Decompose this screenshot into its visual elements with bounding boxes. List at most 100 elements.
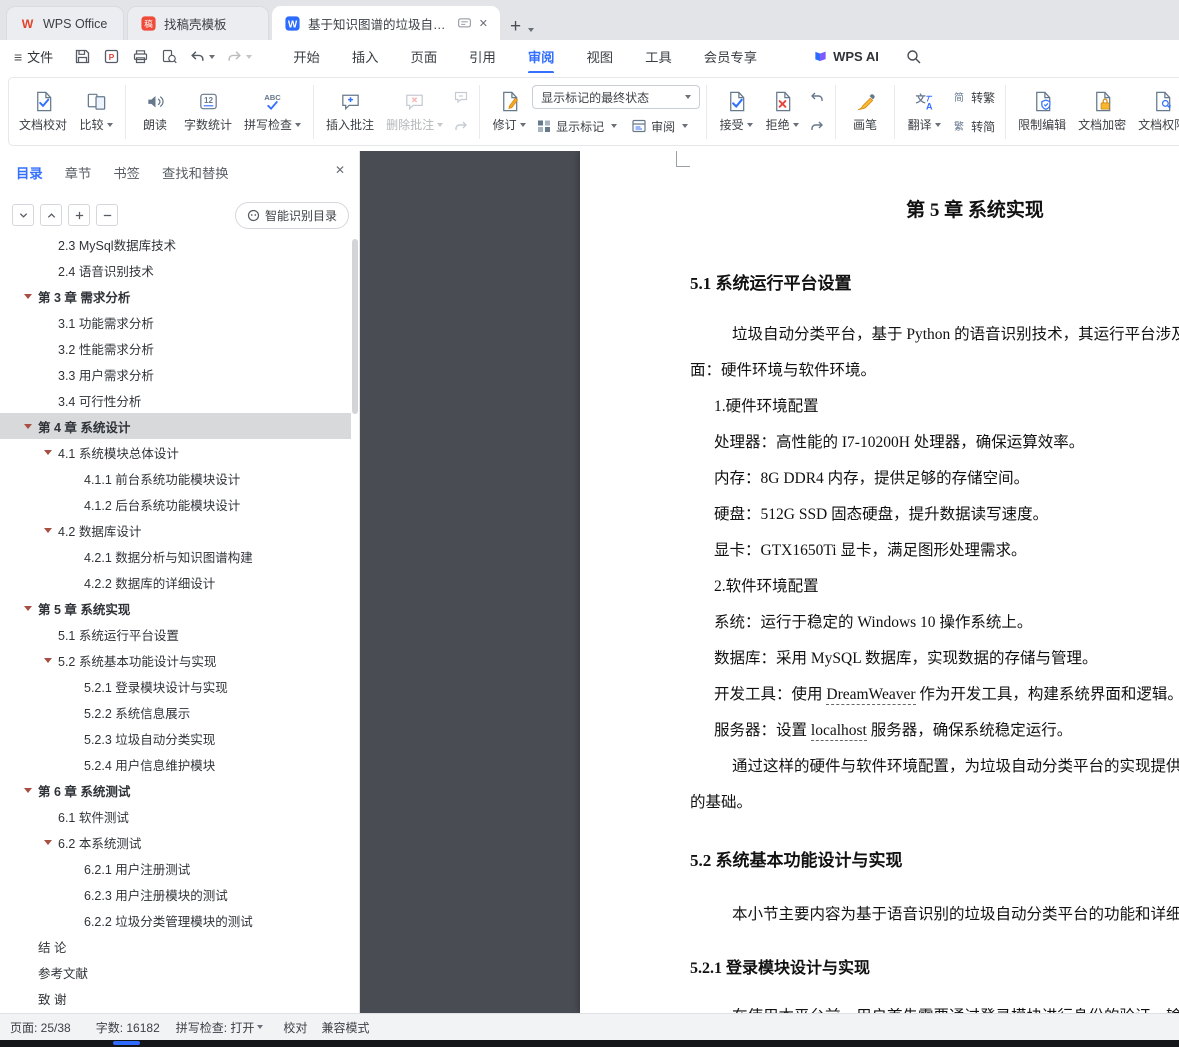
page-indicator[interactable]: 页面: 25/38 bbox=[10, 1019, 71, 1036]
toc-item[interactable]: 5.2 系统基本功能设计与实现 bbox=[0, 647, 351, 673]
menu-tools[interactable]: 工具 bbox=[643, 41, 674, 72]
toc-item-selected[interactable]: 第 4 章 系统设计 bbox=[0, 413, 351, 439]
save-button[interactable] bbox=[69, 45, 95, 69]
close-tab-icon[interactable]: ✕ bbox=[479, 17, 488, 30]
track-changes-button[interactable]: 修订 bbox=[486, 81, 532, 143]
tab-document[interactable]: W 基于知识图谱的垃圾自动分类 ✕ bbox=[272, 6, 500, 40]
toc-item[interactable]: 6.2 本系统测试 bbox=[0, 829, 351, 855]
toc-item[interactable]: 4.2 数据库设计 bbox=[0, 517, 351, 543]
toc-item[interactable]: 6.2.2 垃圾分类管理模块的测试 bbox=[0, 907, 351, 933]
toc-item[interactable]: 3.1 功能需求分析 bbox=[0, 309, 351, 335]
close-sidebar-icon[interactable]: ✕ bbox=[335, 163, 345, 177]
previous-revision-button[interactable] bbox=[805, 85, 829, 109]
insert-comment-button[interactable]: 插入批注 bbox=[320, 81, 380, 143]
spell-check-button[interactable]: ABC 拼写检查 bbox=[238, 81, 307, 143]
toc-item[interactable]: 6.2.1 用户注册测试 bbox=[0, 855, 351, 881]
reject-change-button[interactable]: 拒绝 bbox=[759, 81, 805, 143]
new-tab-button[interactable]: + bbox=[510, 17, 521, 36]
read-aloud-button[interactable]: 朗读 bbox=[132, 81, 178, 143]
toc-item[interactable]: 4.2.2 数据库的详细设计 bbox=[0, 569, 351, 595]
tab-list-chevron-icon[interactable] bbox=[528, 28, 535, 32]
compare-button[interactable]: 比较 bbox=[73, 81, 119, 143]
restrict-editing-button[interactable]: 限制编辑 bbox=[1012, 81, 1072, 143]
toc-item[interactable]: 4.1.2 后台系统功能模块设计 bbox=[0, 491, 351, 517]
sidebar-scrollbar[interactable] bbox=[352, 239, 358, 414]
toc-item[interactable]: 5.2.3 垃圾自动分类实现 bbox=[0, 725, 351, 751]
sidebar-tab-find-replace[interactable]: 查找和替换 bbox=[162, 163, 229, 182]
collapse-arrow-icon[interactable] bbox=[24, 423, 32, 429]
proofread-button[interactable]: 校对 bbox=[283, 1019, 307, 1036]
collapse-arrow-icon[interactable] bbox=[44, 449, 52, 455]
search-button[interactable] bbox=[901, 45, 927, 69]
toc-item[interactable]: 结 论 bbox=[0, 933, 351, 959]
zoom-in-button[interactable] bbox=[68, 204, 90, 226]
print-preview-button[interactable] bbox=[156, 45, 182, 69]
menu-page[interactable]: 页面 bbox=[409, 41, 440, 72]
document-page[interactable]: 第 5 章 系统实现 5.1 系统运行平台设置 垃圾自动分类平台，基于 Pyth… bbox=[580, 151, 1179, 1013]
collapse-all-button[interactable] bbox=[40, 204, 62, 226]
toc-item[interactable]: 5.2.2 系统信息展示 bbox=[0, 699, 351, 725]
toc-item[interactable]: 3.2 性能需求分析 bbox=[0, 335, 351, 361]
collapse-arrow-icon[interactable] bbox=[44, 657, 52, 663]
toc-item[interactable]: 3.4 可行性分析 bbox=[0, 387, 351, 413]
toc-item[interactable]: 第 5 章 系统实现 bbox=[0, 595, 351, 621]
toc-item[interactable]: 5.1 系统运行平台设置 bbox=[0, 621, 351, 647]
marks-state-select[interactable]: 显示标记的最终状态 bbox=[532, 85, 701, 109]
show-marks-button[interactable]: 显示标记 bbox=[532, 114, 621, 138]
word-count-indicator[interactable]: 字数: 16182 bbox=[96, 1019, 160, 1036]
menu-reference[interactable]: 引用 bbox=[467, 41, 498, 72]
delete-comment-button[interactable]: 删除批注 bbox=[380, 81, 449, 143]
document-area[interactable]: 第 5 章 系统实现 5.1 系统运行平台设置 垃圾自动分类平台，基于 Pyth… bbox=[360, 151, 1179, 1013]
accept-change-button[interactable]: 接受 bbox=[713, 81, 759, 143]
toc-item[interactable]: 6.2.3 用户注册模块的测试 bbox=[0, 881, 351, 907]
toc-item[interactable]: 4.2.1 数据分析与知识图谱构建 bbox=[0, 543, 351, 569]
spell-check-indicator[interactable]: 拼写检查: 打开 bbox=[176, 1019, 264, 1036]
encrypt-doc-button[interactable]: 文档加密 bbox=[1072, 81, 1132, 143]
menu-insert[interactable]: 插入 bbox=[350, 41, 381, 72]
print-button[interactable] bbox=[127, 45, 153, 69]
collapse-arrow-icon[interactable] bbox=[24, 787, 32, 793]
export-pdf-button[interactable]: P bbox=[98, 45, 124, 69]
to-simplified-button[interactable]: 繁 转简 bbox=[947, 114, 999, 138]
collapse-arrow-icon[interactable] bbox=[24, 293, 32, 299]
sidebar-tab-bookmark[interactable]: 书签 bbox=[113, 163, 140, 182]
to-traditional-button[interactable]: 简 转繁 bbox=[947, 85, 999, 109]
toc-item[interactable]: 致 谢 bbox=[0, 985, 351, 1011]
redo-button[interactable] bbox=[222, 45, 256, 69]
word-count-button[interactable]: 12 字数统计 bbox=[178, 81, 238, 143]
review-pane-button[interactable]: 审阅 bbox=[627, 114, 692, 138]
expand-all-button[interactable] bbox=[12, 204, 34, 226]
next-revision-button[interactable] bbox=[805, 114, 829, 138]
ink-pen-button[interactable]: 画笔 bbox=[842, 81, 888, 143]
menu-review[interactable]: 审阅 bbox=[526, 41, 557, 72]
wps-ai-button[interactable]: WPS AI bbox=[813, 49, 879, 64]
collapse-arrow-icon[interactable] bbox=[24, 605, 32, 611]
toc-item[interactable]: 2.4 语音识别技术 bbox=[0, 257, 351, 283]
toc-item[interactable]: 第 3 章 需求分析 bbox=[0, 283, 351, 309]
menu-home[interactable]: 开始 bbox=[291, 41, 322, 72]
toc-item[interactable]: 6.1 软件测试 bbox=[0, 803, 351, 829]
doc-permission-button[interactable]: 文档权限 bbox=[1132, 81, 1179, 143]
sidebar-tab-toc[interactable]: 目录 bbox=[16, 163, 43, 182]
undo-button[interactable] bbox=[185, 45, 219, 69]
toc-item[interactable]: 5.2.4 用户信息维护模块 bbox=[0, 751, 351, 777]
translate-button[interactable]: 文A 翻译 bbox=[901, 81, 947, 143]
tab-template-store[interactable]: 稿 找稿壳模板 bbox=[127, 6, 269, 40]
sidebar-tab-chapter[interactable]: 章节 bbox=[65, 163, 92, 182]
collapse-arrow-icon[interactable] bbox=[44, 527, 52, 533]
menu-view[interactable]: 视图 bbox=[584, 41, 615, 72]
previous-comment-button[interactable] bbox=[449, 85, 473, 109]
doc-proof-button[interactable]: 文档校对 bbox=[13, 81, 73, 143]
toc-item[interactable]: 第 6 章 系统测试 bbox=[0, 777, 351, 803]
file-menu-button[interactable]: ≡ 文件 bbox=[14, 47, 53, 66]
document-content[interactable]: 第 5 章 系统实现 5.1 系统运行平台设置 垃圾自动分类平台，基于 Pyth… bbox=[690, 151, 1179, 1013]
tab-wps-office[interactable]: W WPS Office bbox=[6, 6, 124, 40]
menu-member[interactable]: 会员专享 bbox=[702, 41, 759, 72]
collapse-arrow-icon[interactable] bbox=[44, 839, 52, 845]
toc-item[interactable]: 3.3 用户需求分析 bbox=[0, 361, 351, 387]
toc-item[interactable]: 4.1.1 前台系统功能模块设计 bbox=[0, 465, 351, 491]
toc-item[interactable]: 5.2.1 登录模块设计与实现 bbox=[0, 673, 351, 699]
zoom-out-button[interactable] bbox=[96, 204, 118, 226]
toc-item[interactable]: 参考文献 bbox=[0, 959, 351, 985]
next-comment-button[interactable] bbox=[449, 114, 473, 138]
